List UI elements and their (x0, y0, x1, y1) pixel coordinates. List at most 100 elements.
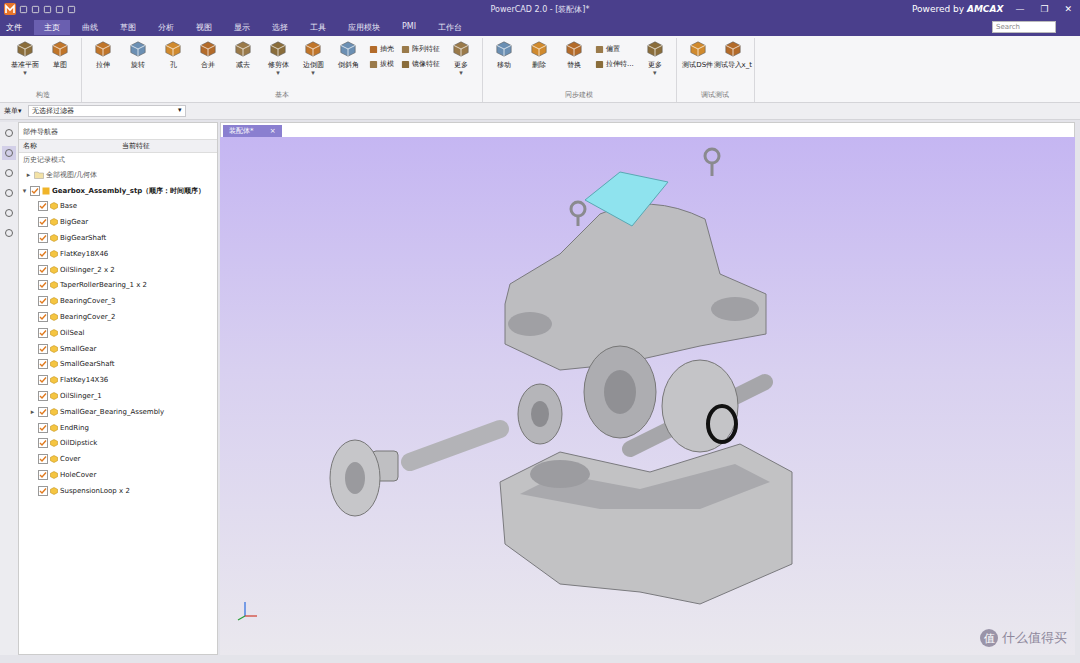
menu-tab[interactable]: 分析 (148, 20, 184, 35)
checkbox[interactable] (38, 391, 48, 401)
menu-tab[interactable]: 文件 (6, 20, 32, 35)
ribbon-small-tool[interactable]: 拔模 (369, 59, 394, 69)
menu-tab[interactable]: 应用模块 (338, 20, 390, 35)
ribbon-small-tool[interactable]: 偏置 (595, 44, 634, 54)
checkbox[interactable] (38, 312, 48, 322)
ribbon-tool[interactable]: 替换 (557, 40, 591, 70)
tree-item[interactable]: FlatKey14X36 (19, 372, 217, 388)
menu-tab[interactable]: 草图 (110, 20, 146, 35)
big-gear-part[interactable] (584, 346, 656, 438)
side-strip-button[interactable] (2, 166, 16, 180)
menu-tab[interactable]: 选择 (262, 20, 298, 35)
menu-tab[interactable]: 显示 (224, 20, 260, 35)
checkbox[interactable] (38, 423, 48, 433)
bearing-cover-part[interactable] (662, 360, 738, 452)
tree-item[interactable]: FlatKey18X46 (19, 246, 217, 262)
quick-tool-icon[interactable] (19, 5, 28, 14)
selection-filter-dropdown[interactable]: 无选择过滤器▾ (28, 105, 186, 117)
checkbox[interactable] (30, 186, 40, 196)
checkbox[interactable] (38, 375, 48, 385)
document-tab[interactable]: 装配体* × (223, 125, 282, 137)
checkbox[interactable] (38, 280, 48, 290)
search-field[interactable]: Search (992, 21, 1056, 33)
end-cover-part[interactable] (330, 440, 380, 516)
checkbox[interactable] (38, 454, 48, 464)
ribbon-tool[interactable]: 倒斜角 (331, 40, 365, 70)
checkbox[interactable] (38, 438, 48, 448)
tree-node[interactable]: ▸全部视图/几何体 (19, 167, 217, 183)
tree-item[interactable]: TaperRollerBearing_1 x 2 (19, 278, 217, 294)
ribbon-tool[interactable]: 拉伸 (86, 40, 120, 70)
tree-item[interactable]: HoleCover (19, 467, 217, 483)
ribbon-tool[interactable]: 旋转 (121, 40, 155, 70)
tree-item[interactable]: OilSlinger_2 x 2 (19, 262, 217, 278)
checkbox[interactable] (38, 407, 48, 417)
side-strip-button[interactable] (2, 126, 16, 140)
quick-tool-icon[interactable] (67, 5, 76, 14)
hole-cover-part[interactable] (585, 172, 668, 226)
menu-tab[interactable]: 工作台 (428, 20, 472, 35)
ribbon-tool[interactable]: 基准平面▾ (8, 40, 42, 77)
checkbox[interactable] (38, 359, 48, 369)
side-strip-button[interactable] (2, 206, 16, 220)
menu-tab[interactable]: 工具 (300, 20, 336, 35)
tree-item[interactable]: SuspensionLoop x 2 (19, 483, 217, 499)
checkbox[interactable] (38, 217, 48, 227)
menu-tab[interactable]: PMI (392, 20, 426, 35)
close-tab-button[interactable]: × (270, 127, 276, 135)
side-strip-button[interactable] (2, 226, 16, 240)
ribbon-tool[interactable]: 更多▾ (638, 40, 672, 77)
tree-item[interactable]: SmallGear (19, 341, 217, 357)
gearbox-model[interactable] (220, 137, 1075, 655)
window-control-button[interactable]: ❐ (1036, 4, 1052, 14)
3d-viewport[interactable]: 值什么值得买 (220, 137, 1075, 655)
checkbox[interactable] (38, 328, 48, 338)
quick-tool-icon[interactable] (55, 5, 64, 14)
checkbox[interactable] (38, 344, 48, 354)
checkbox[interactable] (38, 296, 48, 306)
quick-tool-icon[interactable] (43, 5, 52, 14)
ribbon-tool[interactable]: 更多▾ (444, 40, 478, 77)
tree-item[interactable]: SmallGearShaft (19, 357, 217, 373)
ribbon-small-tool[interactable]: 镜像特征 (401, 59, 440, 69)
window-control-button[interactable]: — (1011, 4, 1028, 14)
tree-item[interactable]: EndRing (19, 420, 217, 436)
checkbox[interactable] (38, 470, 48, 480)
ribbon-small-tool[interactable]: 抽壳 (369, 44, 394, 54)
ribbon-tool[interactable]: 修剪体▾ (261, 40, 295, 77)
small-shaft-part[interactable] (410, 429, 500, 462)
ribbon-tool[interactable]: 删除 (522, 40, 556, 70)
side-strip-button[interactable] (2, 146, 16, 160)
tree-item[interactable]: BearingCover_3 (19, 293, 217, 309)
ribbon-tool[interactable]: 草图 (43, 40, 77, 70)
tree-root[interactable]: ▾Gearbox_Assembly_stp（顺序：时间顺序） (19, 183, 217, 199)
quick-tool-icon[interactable] (31, 5, 40, 14)
tree-item[interactable]: Base (19, 199, 217, 215)
side-strip-button[interactable] (2, 186, 16, 200)
checkbox[interactable] (38, 233, 48, 243)
ribbon-tool[interactable]: 测试导入x_t (716, 40, 750, 70)
checkbox[interactable] (38, 249, 48, 259)
tree-item[interactable]: OilSlinger_1 (19, 388, 217, 404)
tree-item[interactable]: BigGearShaft (19, 230, 217, 246)
ribbon-tool[interactable]: 移动 (487, 40, 521, 70)
ribbon-tool[interactable]: 合并 (191, 40, 225, 70)
tree-item[interactable]: Cover (19, 451, 217, 467)
ribbon-tool[interactable]: 孔 (156, 40, 190, 70)
tree-item[interactable]: OilDipstick (19, 436, 217, 452)
checkbox[interactable] (38, 265, 48, 275)
ribbon-tool[interactable]: 边倒圆▾ (296, 40, 330, 77)
cover-part[interactable] (505, 204, 766, 370)
menu-tab[interactable]: 曲线 (72, 20, 108, 35)
oil-seal-part[interactable] (708, 406, 736, 442)
window-control-button[interactable]: ✕ (1060, 4, 1076, 14)
tree-item[interactable]: OilSeal (19, 325, 217, 341)
ribbon-tool[interactable]: 减去 (226, 40, 260, 70)
ribbon-small-tool[interactable]: 拉伸特... (595, 59, 634, 69)
checkbox[interactable] (38, 486, 48, 496)
menu-tab[interactable]: 主页 (34, 20, 70, 35)
tree-item[interactable]: BigGear (19, 214, 217, 230)
menu-button[interactable]: 菜单▾ (4, 106, 22, 116)
base-part[interactable] (500, 444, 792, 604)
tree-item[interactable]: ▸SmallGear_Bearing_Assembly (19, 404, 217, 420)
